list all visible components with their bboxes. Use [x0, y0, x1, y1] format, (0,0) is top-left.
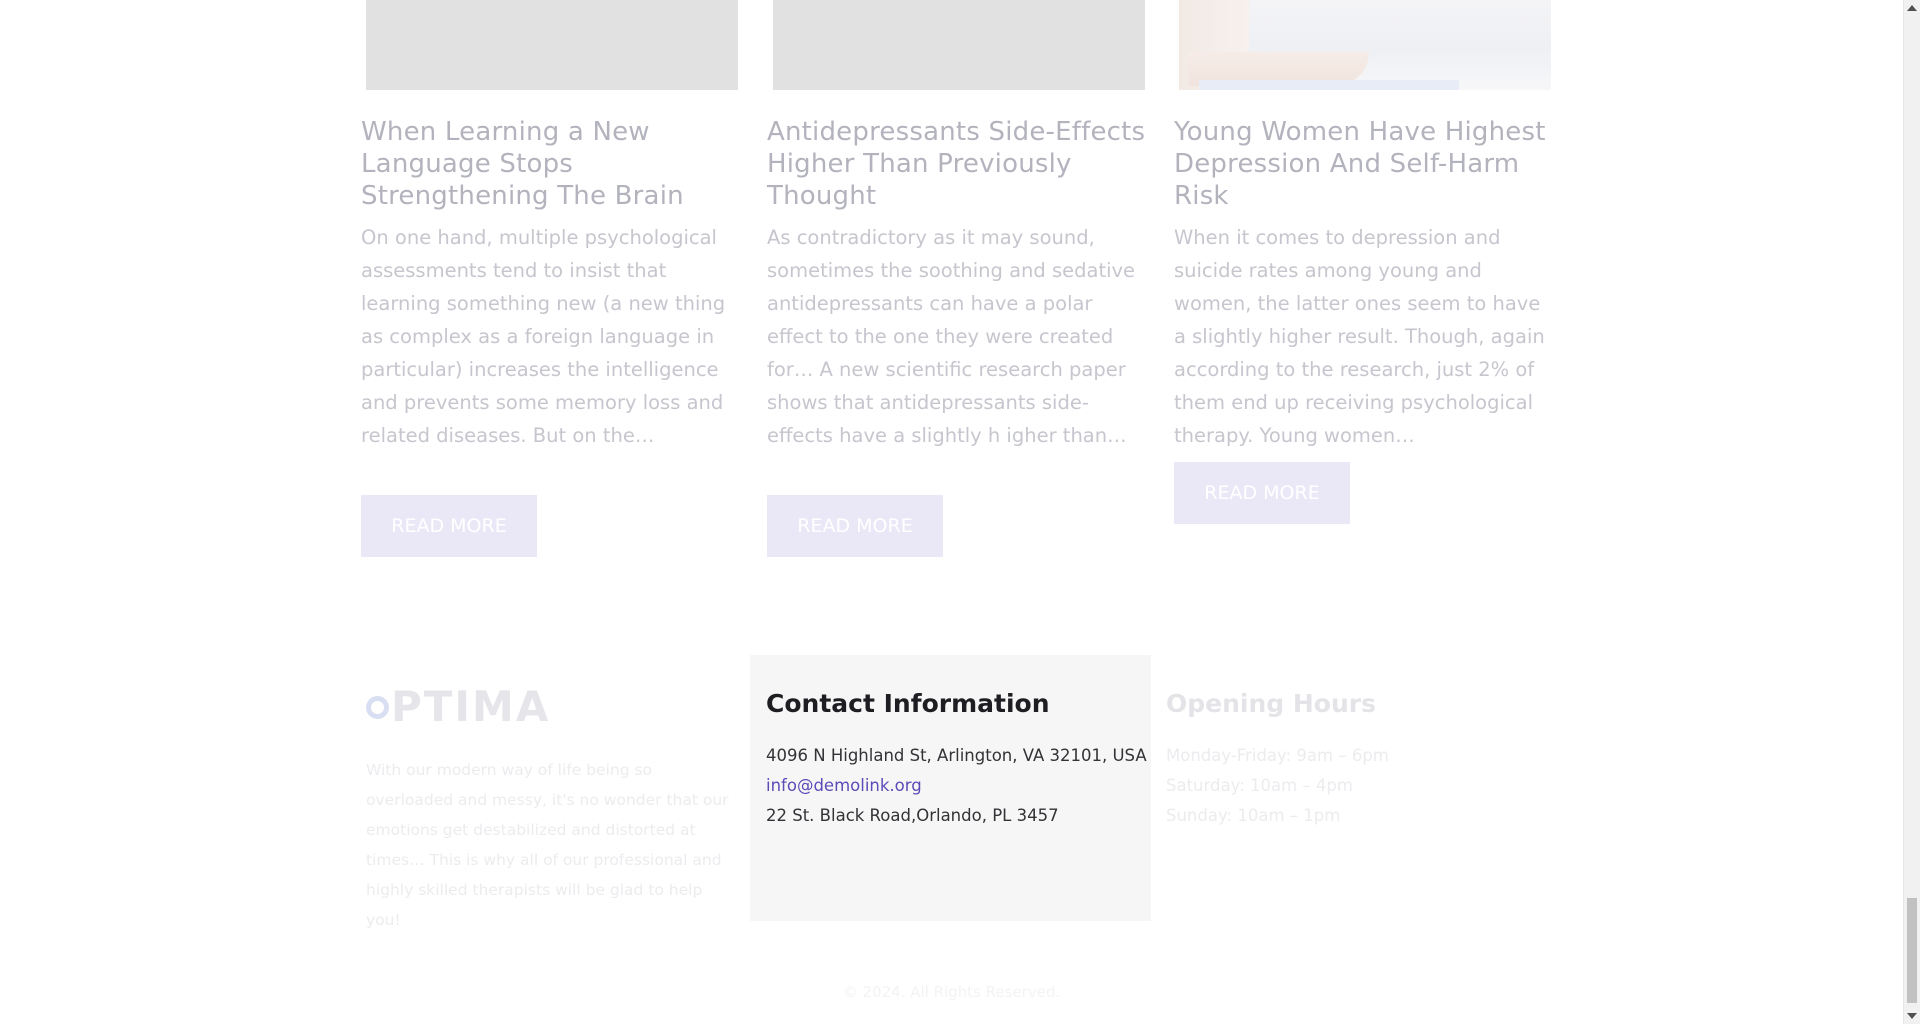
contact-information-box: Contact Information 4096 N Highland St, …	[750, 655, 1151, 921]
post-thumbnail-photo[interactable]	[1179, 0, 1551, 90]
scroll-up-arrow-icon[interactable]	[1907, 5, 1917, 11]
scroll-down-arrow-icon[interactable]	[1907, 1013, 1917, 1019]
post-title[interactable]: Antidepressants Side-Effects Higher Than…	[767, 116, 1147, 212]
vertical-scrollbar[interactable]	[1903, 0, 1920, 1024]
read-more-button[interactable]: READ MORE	[767, 495, 943, 557]
photo-paper	[1199, 80, 1459, 90]
scrollbar-thumb[interactable]	[1907, 898, 1917, 1003]
read-more-button[interactable]: READ MORE	[1174, 462, 1350, 524]
post-excerpt: When it comes to depression and suicide …	[1174, 226, 1545, 447]
read-more-button[interactable]: READ MORE	[361, 495, 537, 557]
logo-ring-icon	[366, 695, 389, 719]
logo-text: PTIMA	[391, 682, 551, 731]
hours-weekdays: Monday-Friday: 9am – 6pm	[1166, 746, 1389, 765]
hours-heading: Opening Hours	[1166, 689, 1376, 718]
page: When Learning a New Language Stops Stren…	[0, 0, 1903, 1024]
contact-email-link[interactable]: info@demolink.org	[766, 776, 922, 795]
post-thumbnail[interactable]	[366, 0, 738, 90]
post-title[interactable]: When Learning a New Language Stops Stren…	[361, 116, 741, 212]
post-excerpt: As contradictory as it may sound, someti…	[767, 226, 1136, 447]
contact-address-2: 22 St. Black Road,Orlando, PL 3457	[766, 806, 1059, 825]
post-thumbnail[interactable]	[773, 0, 1145, 90]
post-excerpt: On one hand, multiple psychological asse…	[361, 226, 726, 447]
hours-saturday: Saturday: 10am – 4pm	[1166, 776, 1353, 795]
contact-address: 4096 N Highland St, Arlington, VA 32101,…	[766, 746, 1147, 765]
footer-about-text: With our modern way of life being so ove…	[366, 761, 729, 929]
copyright-text: © 2024. All Rights Reserved.	[842, 983, 1061, 1001]
hours-sunday: Sunday: 10am – 1pm	[1166, 806, 1341, 825]
post-title[interactable]: Young Women Have Highest Depression And …	[1174, 116, 1554, 212]
site-logo[interactable]: PTIMA	[366, 683, 550, 731]
contact-heading: Contact Information	[766, 689, 1050, 718]
